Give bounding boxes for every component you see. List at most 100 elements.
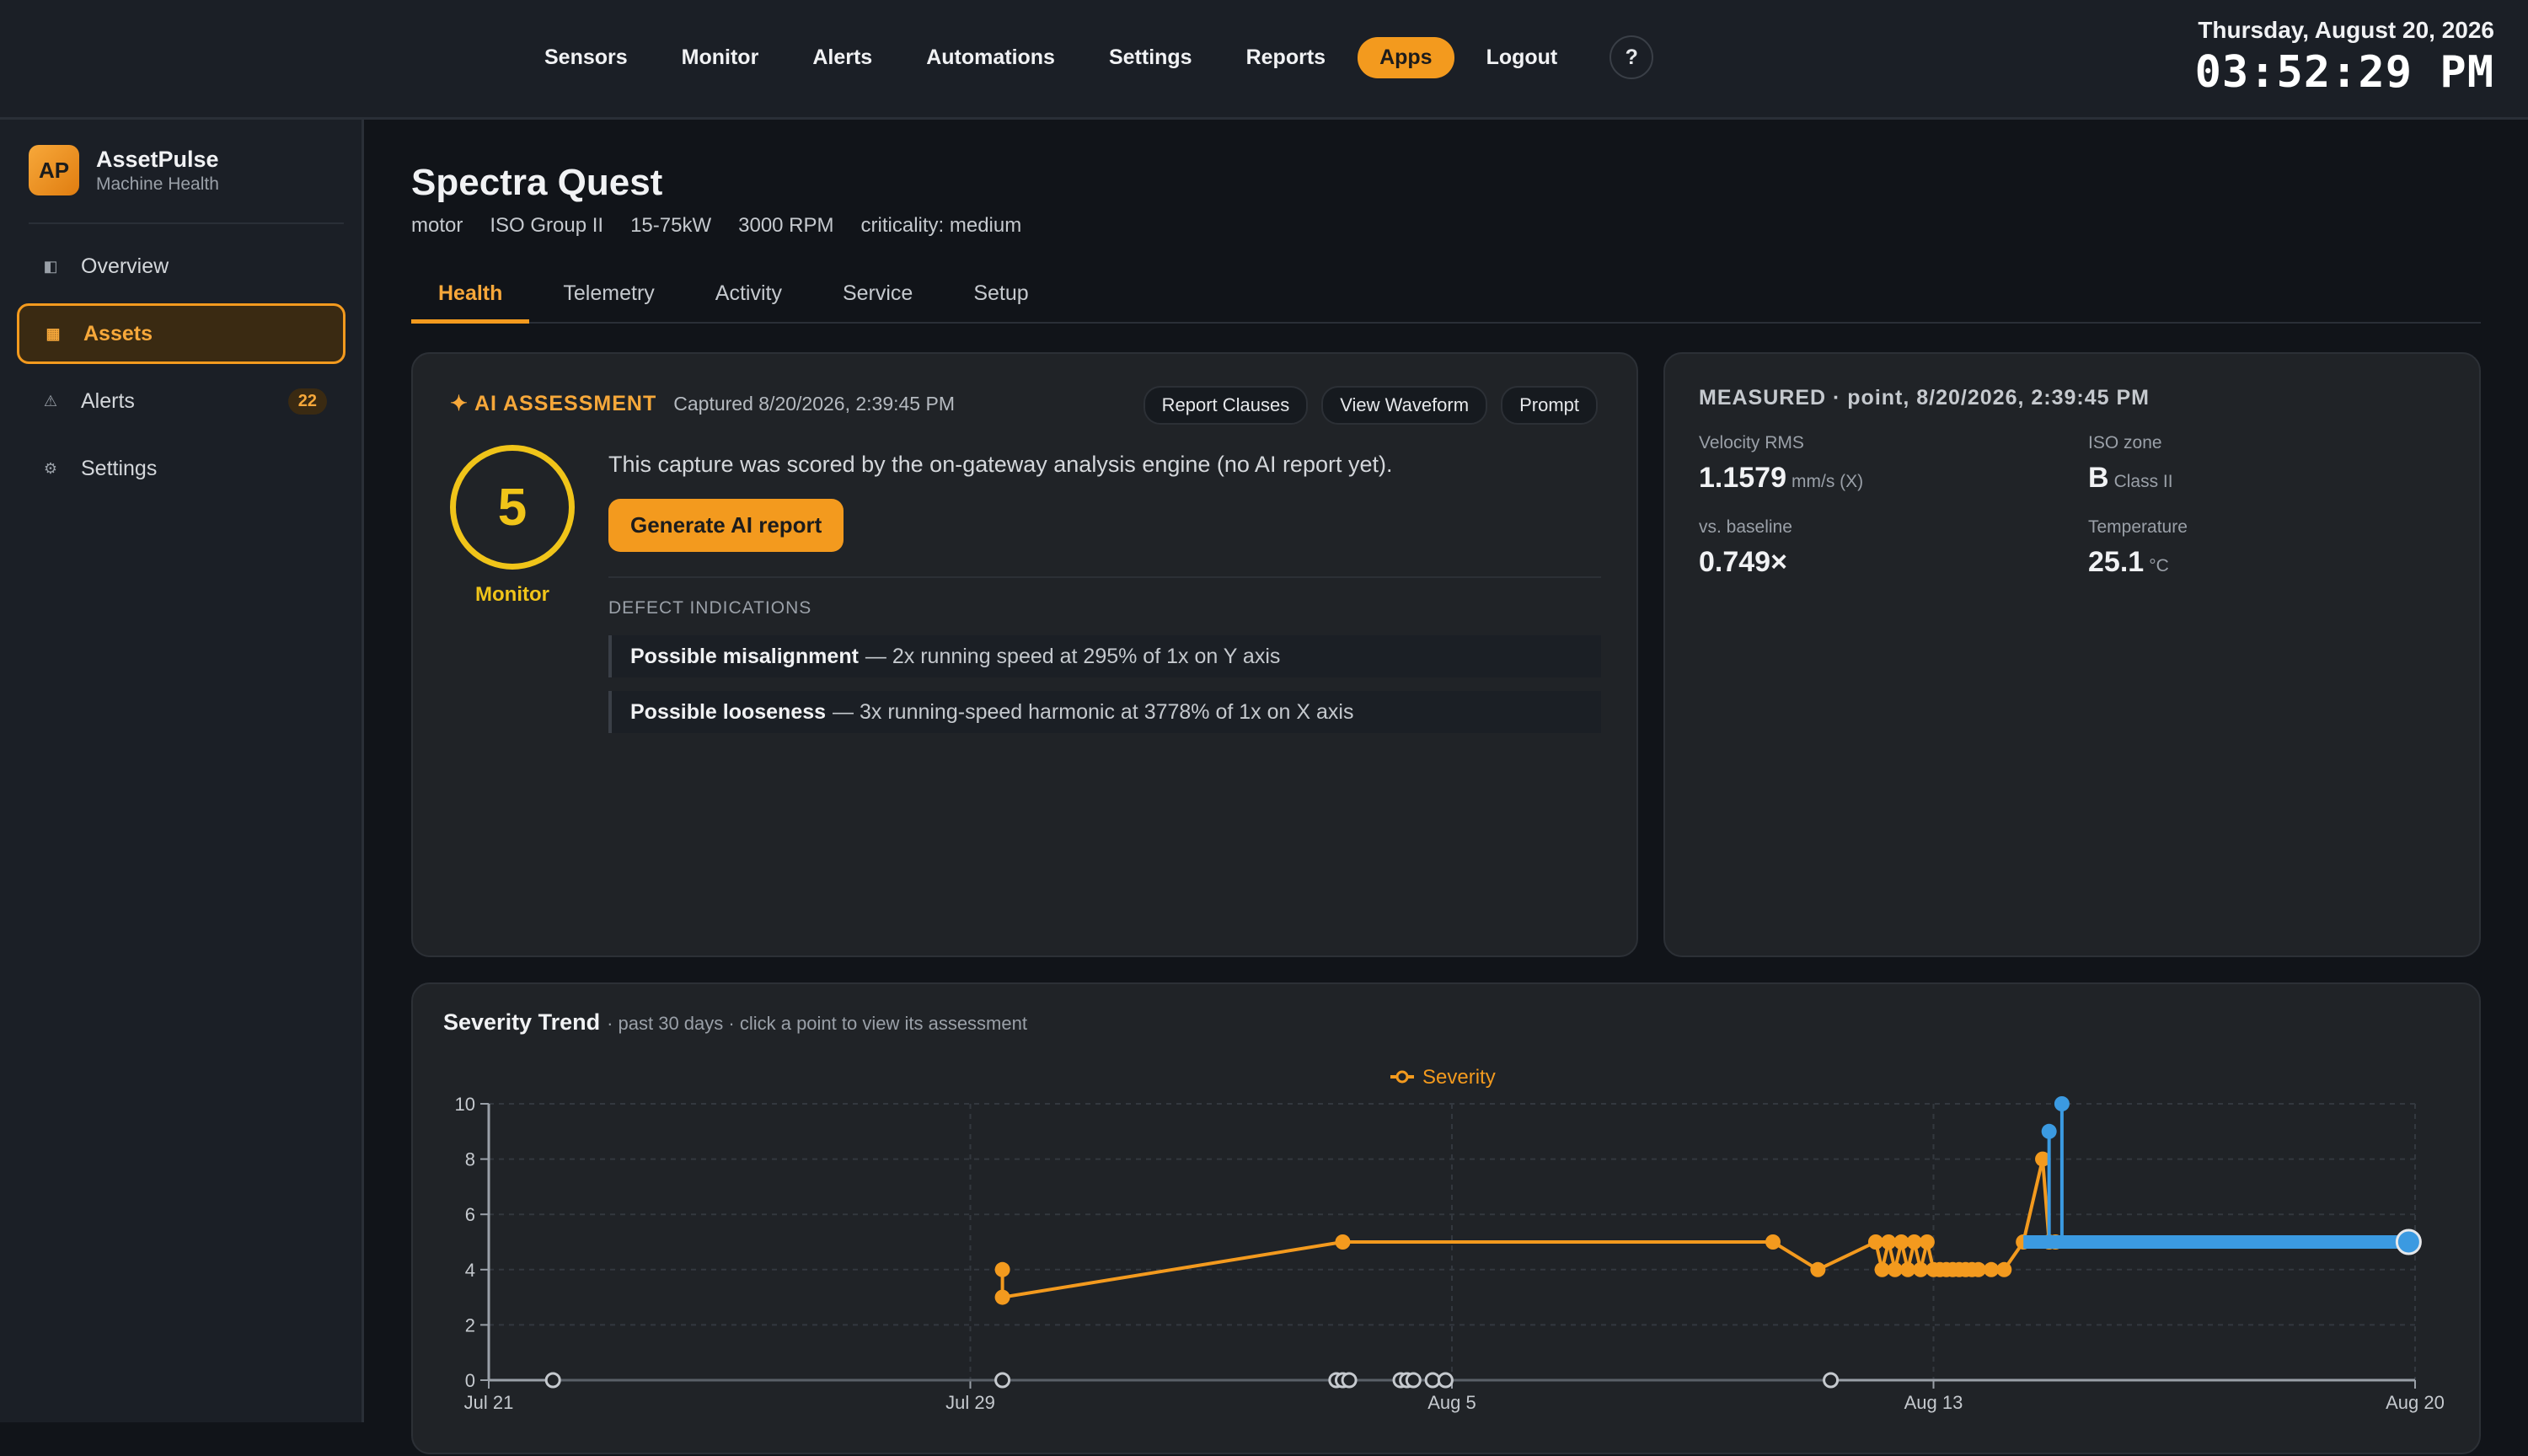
y-tick-label: 0 — [465, 1370, 475, 1391]
data-point — [994, 1261, 1010, 1277]
velocity-rms: Velocity RMS 1.1579 mm/s (X) — [1699, 433, 1863, 495]
brand-name: AssetPulse — [96, 146, 219, 172]
brand-logo: AP — [29, 145, 79, 195]
data-point-zero — [994, 1372, 1011, 1389]
asset-meta-item: 15-75kW — [630, 214, 712, 237]
legend-marker — [1395, 1070, 1409, 1084]
tab-setup[interactable]: Setup — [946, 271, 1055, 324]
divider — [608, 576, 1601, 578]
alert-triangle-icon: ⚠ — [43, 392, 58, 410]
data-point — [1810, 1261, 1826, 1277]
defect-detail: — 3x running-speed harmonic at 3778% of … — [833, 699, 1354, 724]
severity-trend-chart: 0 2 4 6 8 10 Jul 21 Jul 29 Aug 5 Aug 13 Aug 20 Seve… — [455, 1066, 2445, 1413]
y-tick-label: 4 — [465, 1260, 475, 1281]
measured-header: MEASURED · point, 8/20/2026, 2:39:45 PM — [1699, 386, 2150, 410]
generate-ai-report-button[interactable]: Generate AI report — [608, 499, 844, 552]
clock-time: 03:52:29 PM — [2194, 47, 2494, 98]
ai-actions: Report Clauses View Waveform Prompt — [1130, 386, 1598, 425]
sidebar-item-label: Assets — [83, 321, 153, 345]
nav-monitor[interactable]: Monitor — [660, 37, 781, 78]
nav-reports[interactable]: Reports — [1224, 37, 1347, 78]
brand: AP AssetPulse Machine Health — [29, 145, 219, 195]
asset-meta: motor ISO Group II 15-75kW 3000 RPM critical… — [411, 214, 1048, 238]
data-point-zero — [544, 1372, 561, 1389]
ai-message: This capture was scored by the on-gatewa… — [608, 452, 1393, 477]
brand-divider — [29, 222, 344, 224]
velocity-rms-unit: mm/s (X) — [1792, 472, 1864, 491]
iso-zone-label: ISO zone — [2088, 433, 2162, 452]
vs-baseline-value: 0.749× — [1699, 546, 1787, 578]
defect-item: Possible misalignment — 2x running speed… — [608, 635, 1601, 677]
defect-indications-title: DEFECT INDICATIONS — [608, 598, 812, 618]
prompt-button[interactable]: Prompt — [1501, 386, 1598, 425]
velocity-rms-value: 1.1579 — [1699, 462, 1786, 494]
asset-meta-item: motor — [411, 214, 463, 237]
sidebar-item-alerts[interactable]: ⚠ Alerts 22 — [17, 371, 345, 431]
iso-zone: ISO zone B Class II — [2088, 433, 2173, 495]
iso-zone-value: B — [2088, 462, 2109, 494]
sidebar-item-overview[interactable]: ◧ Overview — [17, 236, 345, 297]
top-bar: Sensors Monitor Alerts Automations Settings R… — [0, 0, 2528, 120]
sidebar-item-assets[interactable]: ▦ Assets — [17, 303, 345, 364]
data-point-zero — [1437, 1372, 1454, 1389]
vs-baseline: vs. baseline 0.749× — [1699, 517, 1792, 579]
defect-item: Possible looseness — 3x running-speed ha… — [608, 691, 1601, 733]
measured-card: MEASURED · point, 8/20/2026, 2:39:45 PM … — [1663, 352, 2481, 957]
data-point-zero — [1823, 1372, 1840, 1389]
tab-service[interactable]: Service — [816, 271, 940, 324]
data-point — [1996, 1261, 2012, 1277]
report-clauses-button[interactable]: Report Clauses — [1143, 386, 1309, 425]
sidebar-item-label: Alerts — [81, 388, 135, 413]
vs-baseline-label: vs. baseline — [1699, 517, 1792, 537]
y-tick-label: 10 — [455, 1094, 475, 1115]
tab-activity[interactable]: Activity — [688, 271, 809, 324]
severity-trend-card: Severity Trend · past 30 days · click a … — [411, 982, 2481, 1454]
temperature-value: 25.1 — [2088, 546, 2145, 578]
tab-bar: Health Telemetry Activity Service Setup — [411, 271, 2481, 324]
top-nav: Sensors Monitor Alerts Automations Settings R… — [522, 35, 1654, 79]
iso-zone-class: Class II — [2113, 472, 2173, 491]
severity-score: 5 — [450, 445, 575, 570]
y-tick-label: 2 — [465, 1314, 475, 1336]
x-tick-label: Jul 29 — [945, 1392, 995, 1413]
x-tick-label: Jul 21 — [464, 1392, 514, 1413]
clock-date: Thursday, August 20, 2026 — [2198, 17, 2494, 43]
gear-icon: ⚙ — [43, 459, 58, 477]
data-point — [2041, 1123, 2057, 1139]
tab-health[interactable]: Health — [411, 271, 530, 324]
defect-title: Possible looseness — [630, 699, 827, 724]
tab-telemetry[interactable]: Telemetry — [536, 271, 681, 324]
nav-logout[interactable]: Logout — [1465, 37, 1580, 78]
asset-meta-item: criticality: medium — [860, 214, 1022, 237]
temperature-label: Temperature — [2088, 517, 2188, 537]
assets-icon: ▦ — [46, 324, 61, 342]
nav-automations[interactable]: Automations — [904, 37, 1077, 78]
clock: Thursday, August 20, 2026 03:52:29 PM — [2195, 17, 2494, 98]
data-point-zero — [1424, 1372, 1441, 1389]
nav-settings[interactable]: Settings — [1087, 37, 1214, 78]
main-content: Spectra Quest motor ISO Group II 15-75kW 30… — [364, 120, 2528, 1454]
data-point-zero — [1405, 1372, 1422, 1389]
ai-assessment-label: ✦ AI ASSESSMENT — [450, 392, 657, 415]
velocity-rms-label: Velocity RMS — [1699, 433, 1804, 452]
help-button[interactable]: ? — [1609, 35, 1654, 79]
nav-apps[interactable]: Apps — [1358, 36, 1454, 78]
data-point-zero — [1341, 1372, 1358, 1389]
brand-subtitle: Machine Health — [96, 174, 219, 194]
legend-label: Severity — [1422, 1066, 1496, 1089]
nav-alerts[interactable]: Alerts — [790, 37, 894, 78]
data-point-latest — [2395, 1228, 2422, 1255]
severity-score-label: Monitor — [475, 583, 549, 606]
alerts-count-badge: 22 — [287, 388, 327, 415]
ai-assessment-card: ✦ AI ASSESSMENT Captured 8/20/2026, 2:39… — [411, 352, 1638, 957]
temperature-unit: °C — [2149, 556, 2169, 575]
defect-detail: — 2x running speed at 295% of 1x on Y ax… — [865, 644, 1281, 668]
data-point — [2054, 1096, 2070, 1111]
data-point — [1335, 1234, 1351, 1250]
sidebar-item-settings[interactable]: ⚙ Settings — [17, 438, 345, 499]
asset-meta-item: 3000 RPM — [738, 214, 834, 237]
x-tick-label: Aug 13 — [1904, 1392, 1963, 1413]
view-waveform-button[interactable]: View Waveform — [1321, 386, 1488, 425]
x-tick-label: Aug 20 — [2386, 1392, 2445, 1413]
nav-sensors[interactable]: Sensors — [522, 37, 650, 78]
